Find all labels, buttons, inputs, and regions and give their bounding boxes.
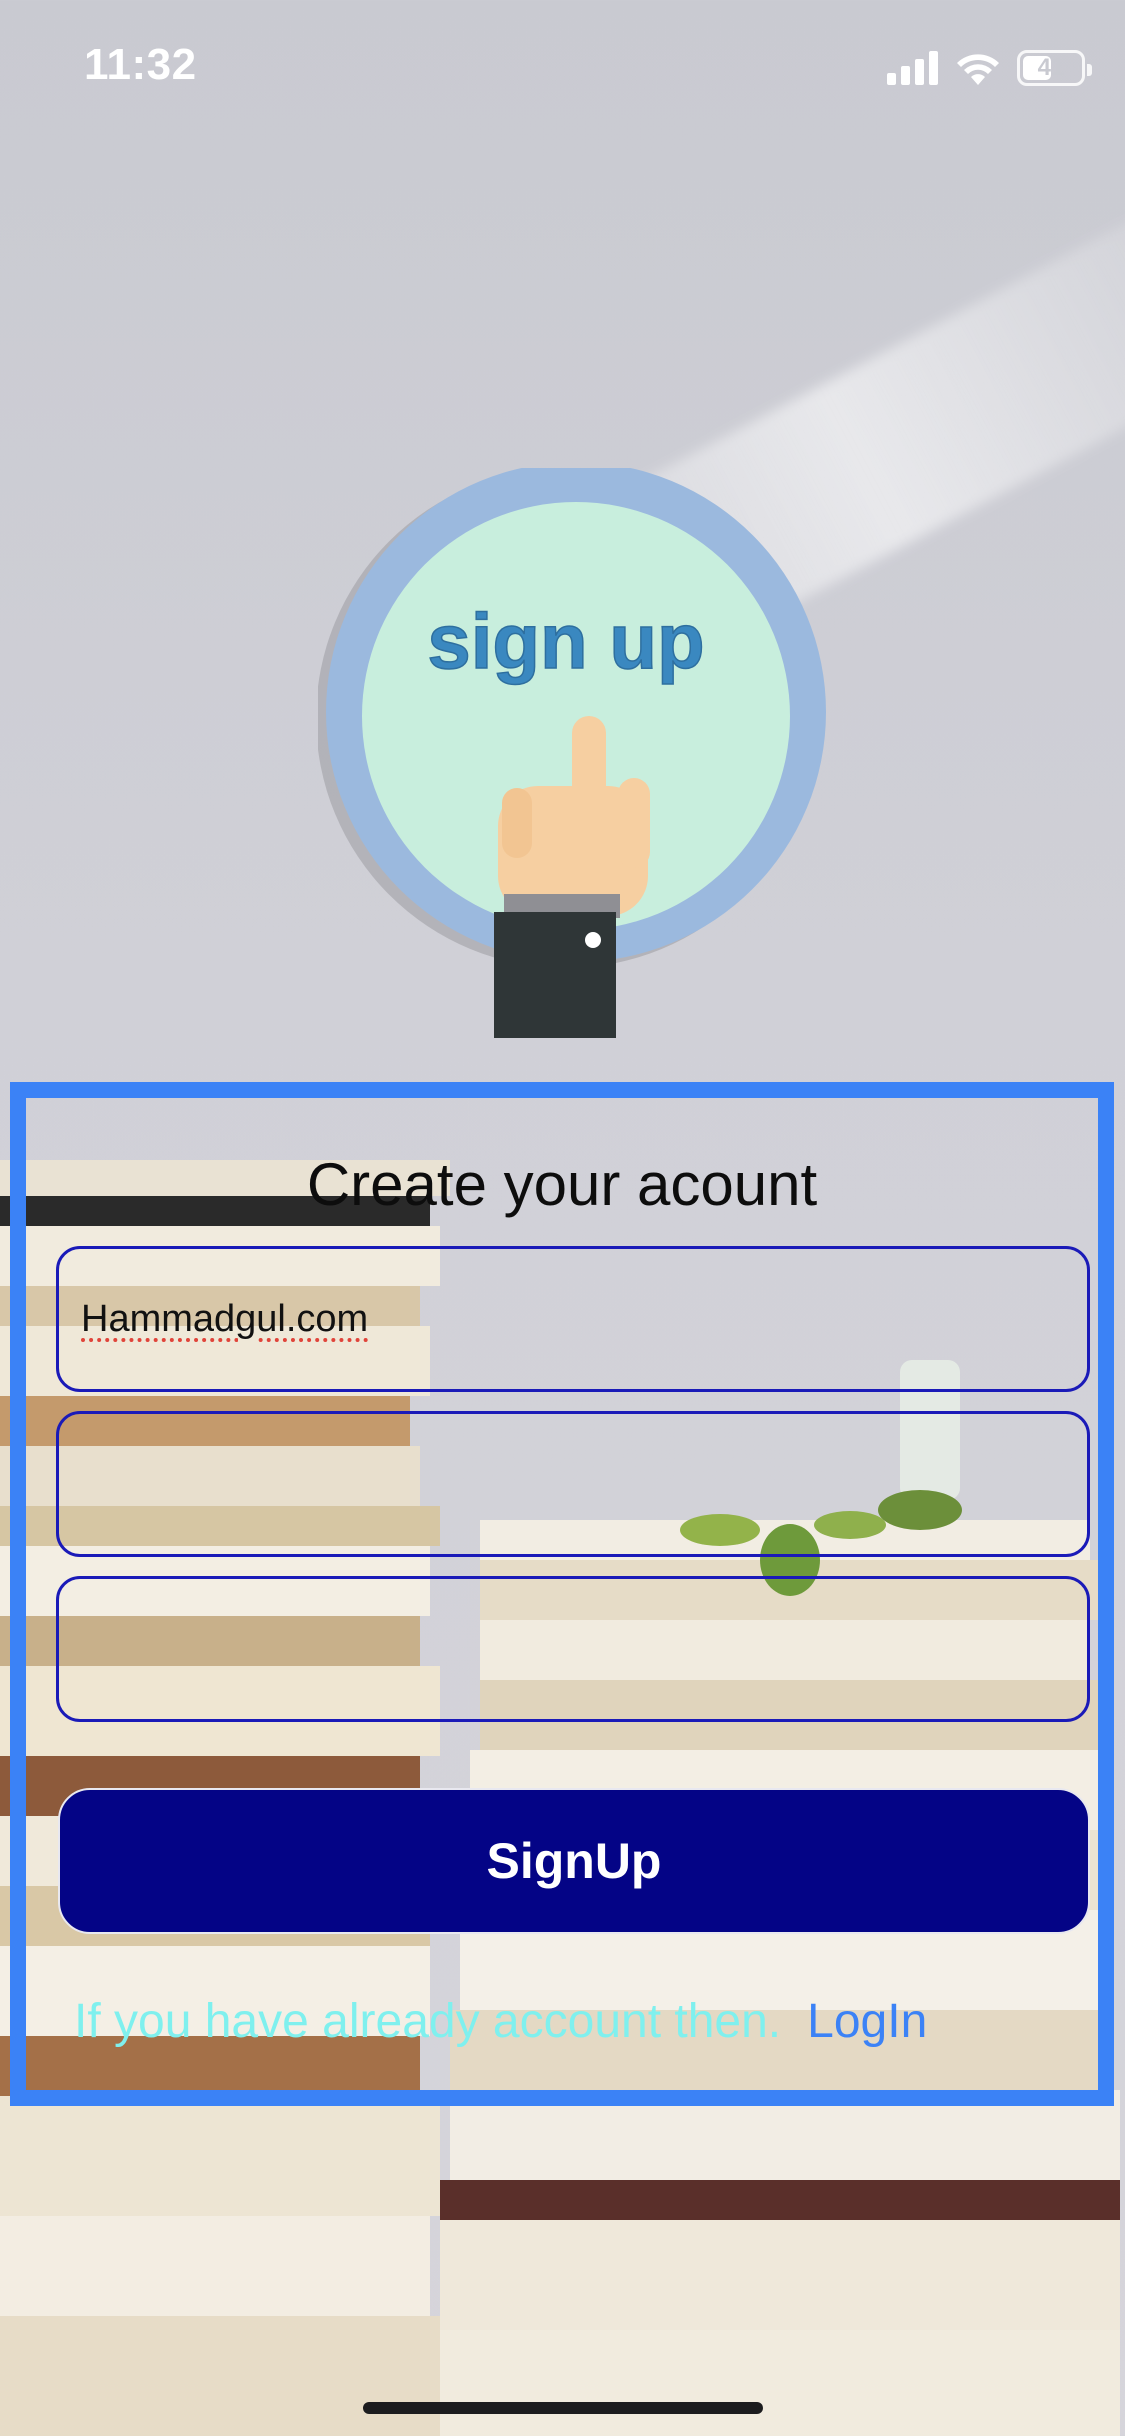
- cellular-signal-icon: [887, 51, 938, 85]
- battery-level: 41: [1037, 54, 1065, 81]
- wifi-icon: [957, 54, 999, 85]
- signup-art-text: sign up: [427, 597, 704, 685]
- login-prompt-row: If you have already account then. LogIn: [74, 1994, 927, 2049]
- status-bar: 11:32 41: [0, 0, 1125, 140]
- status-icons: 41: [887, 48, 1092, 88]
- email-field[interactable]: Hammadgul.com: [56, 1246, 1090, 1392]
- login-link[interactable]: LogIn: [807, 1994, 927, 2049]
- battery-icon: 41: [1017, 50, 1092, 86]
- home-indicator[interactable]: [363, 2402, 763, 2414]
- login-prompt-text: If you have already account then.: [74, 1995, 782, 2048]
- signup-illustration: sign up: [316, 462, 828, 1038]
- password-field[interactable]: [56, 1411, 1090, 1557]
- status-time: 11:32: [84, 40, 197, 89]
- confirm-password-field[interactable]: [56, 1576, 1090, 1722]
- form-title: Create your acount: [306, 1151, 818, 1218]
- signup-button[interactable]: SignUp: [58, 1788, 1090, 1934]
- email-field-value: Hammadgul.com: [81, 1297, 369, 1340]
- signup-form-card: Create your acount Hammadgul.com SignUp …: [10, 1082, 1114, 2106]
